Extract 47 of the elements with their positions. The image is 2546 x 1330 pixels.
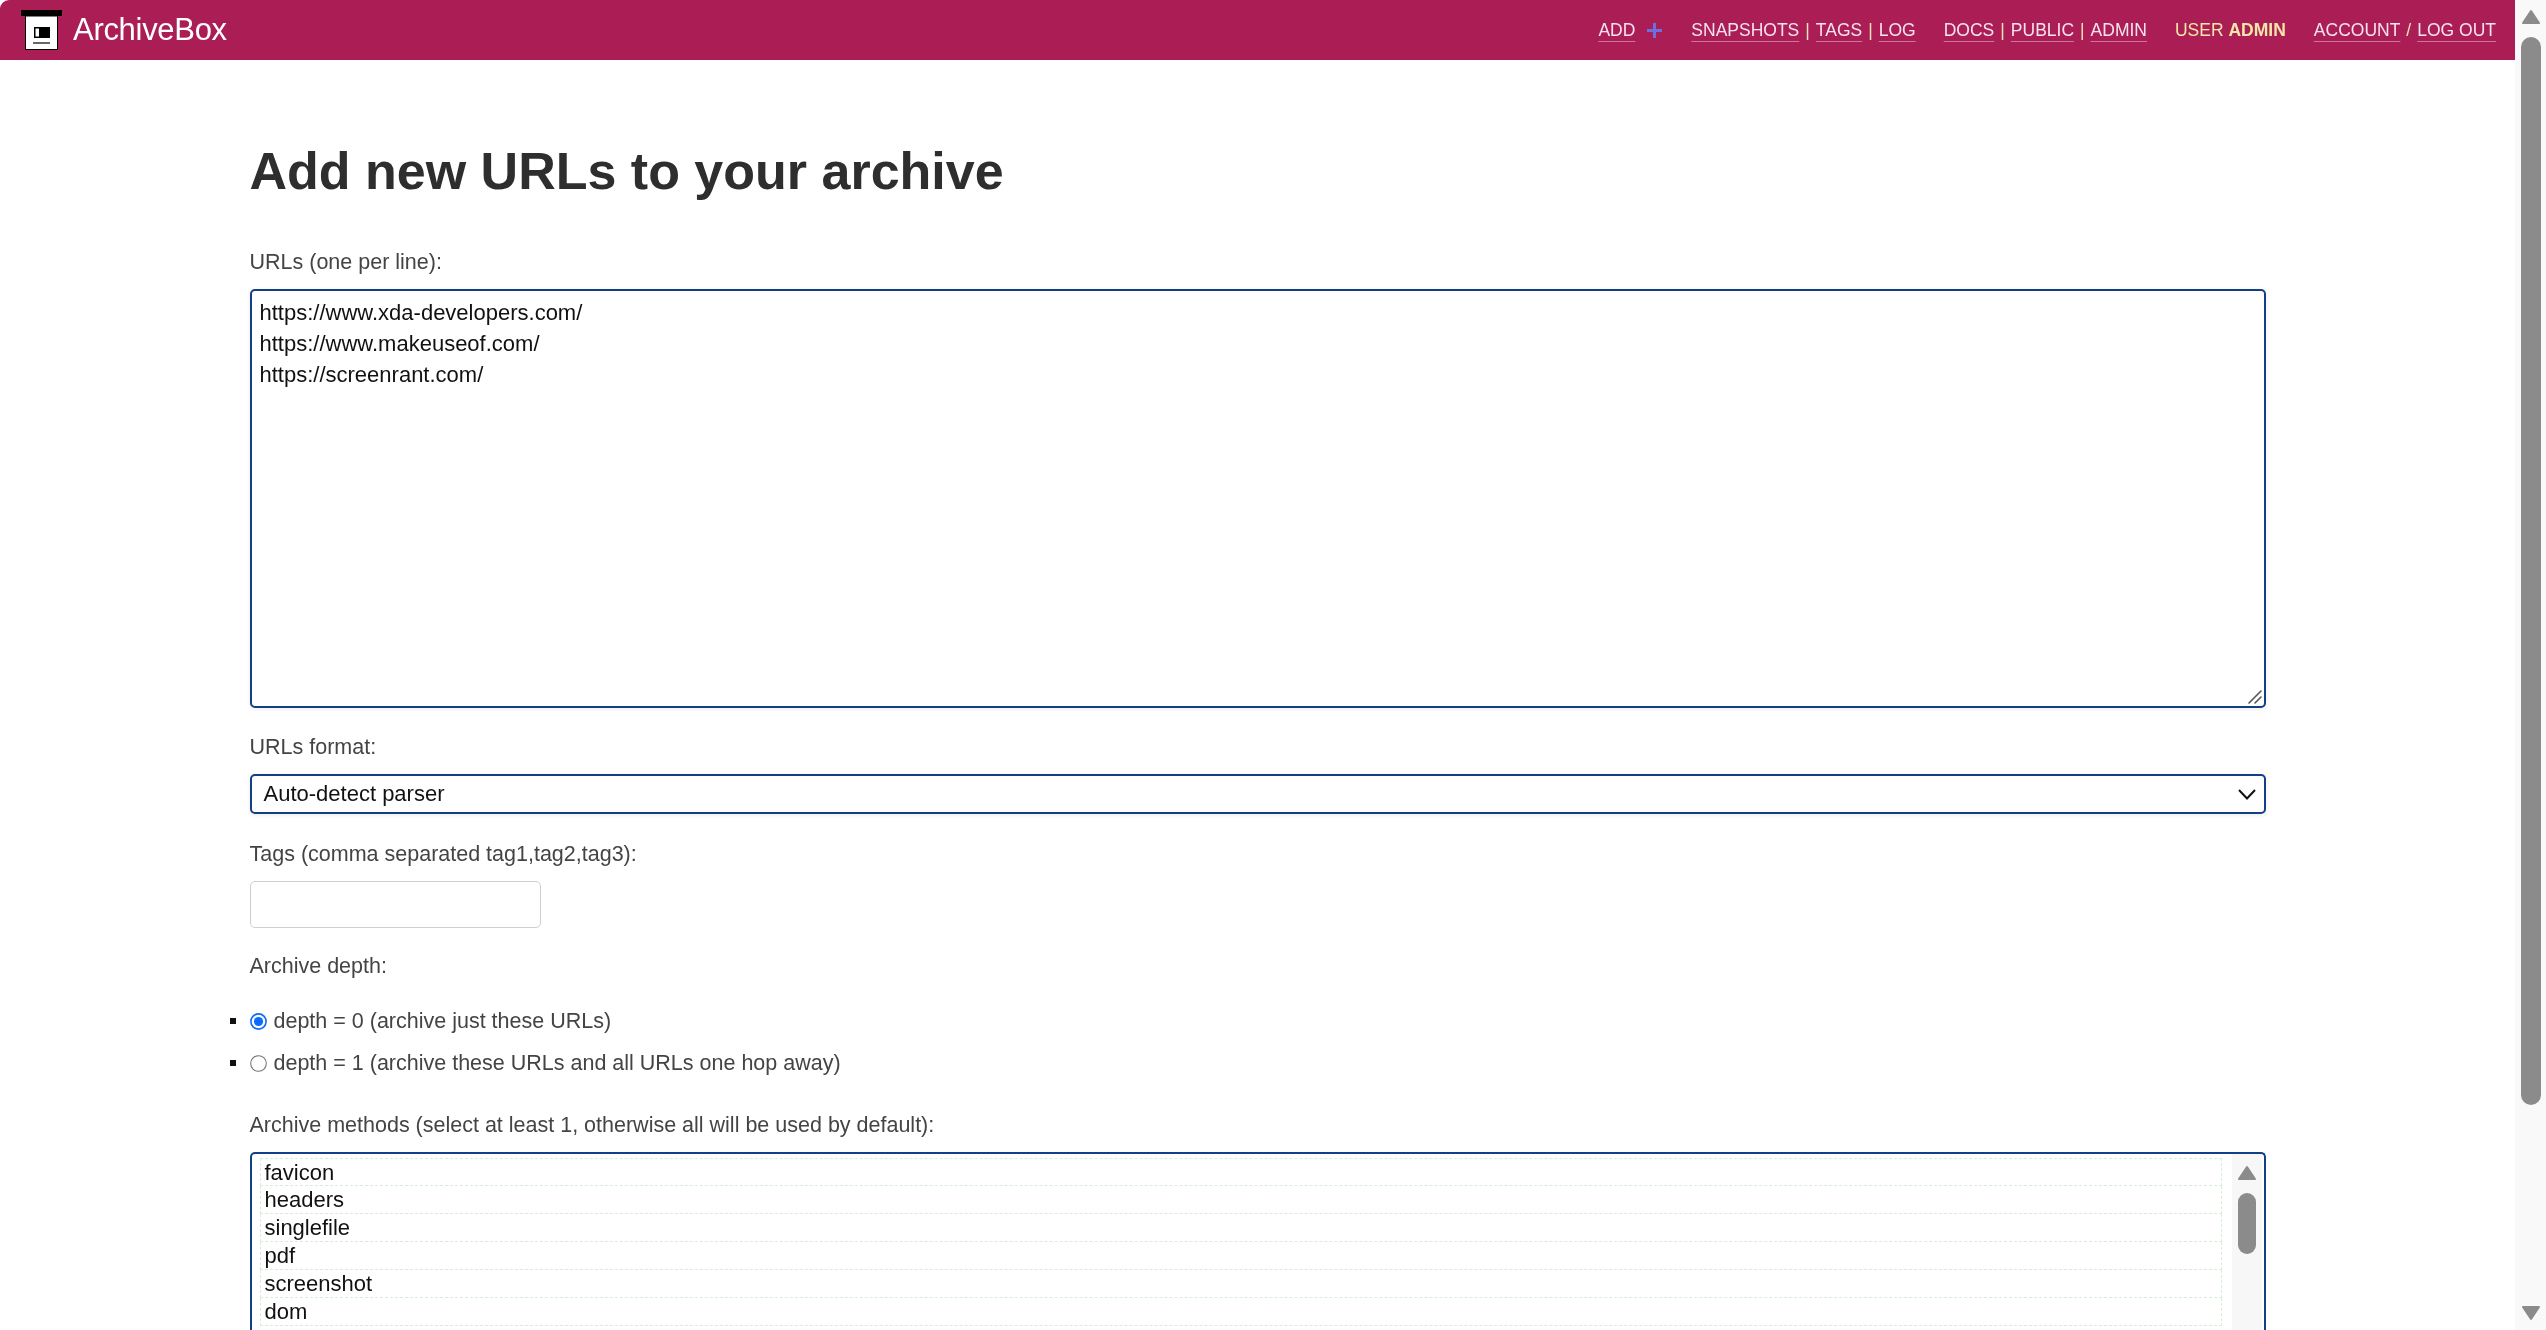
resize-grip-icon[interactable] bbox=[2246, 689, 2262, 704]
nav-separator: / bbox=[2406, 19, 2412, 42]
nav-link[interactable]: ADMIN bbox=[2090, 18, 2147, 42]
listbox-option[interactable]: pdf bbox=[259, 1242, 2222, 1270]
urls-textarea[interactable]: https://www.xda-developers.com/ https://www.makeuseof.com/ https://screenrant.com/ bbox=[249, 289, 2266, 708]
box-icon bbox=[21, 10, 62, 50]
add-link[interactable]: ADD bbox=[1598, 18, 1664, 42]
nav-link[interactable]: TAGS bbox=[1815, 18, 1863, 42]
nav-link[interactable]: SNAPSHOTS bbox=[1691, 18, 1800, 42]
field-label: URLs format: bbox=[249, 734, 377, 761]
list-bullet-icon bbox=[229, 1018, 236, 1024]
page-title: Add new URLs to your archive bbox=[249, 141, 1004, 202]
nav-link[interactable]: LOG OUT bbox=[2417, 18, 2496, 42]
radio-button[interactable] bbox=[249, 1012, 267, 1030]
chevron-down-icon bbox=[2237, 788, 2256, 800]
radio-label[interactable]: depth = 0 (archive just these URLs) bbox=[273, 1008, 612, 1034]
field-label: Tags (comma separated tag1,tag2,tag3): bbox=[249, 841, 637, 868]
nav-separator: | bbox=[1868, 19, 1873, 42]
nav-link[interactable]: PUBLIC bbox=[2010, 18, 2075, 42]
scroll-down-icon[interactable] bbox=[2520, 1305, 2541, 1321]
radio-button[interactable] bbox=[249, 1054, 267, 1072]
scroll-up-icon[interactable] bbox=[2520, 9, 2541, 25]
methods-listbox[interactable]: favicon headers singlefile pdf screenshot dom bbox=[249, 1152, 2266, 1330]
nav-link[interactable]: LOG bbox=[1878, 18, 1916, 42]
scroll-up-icon[interactable] bbox=[2236, 1165, 2257, 1181]
plus-icon bbox=[1646, 21, 1664, 39]
listbox-option[interactable]: favicon bbox=[259, 1158, 2222, 1186]
nav-separator: | bbox=[2080, 19, 2085, 42]
listbox-option[interactable]: dom bbox=[259, 1298, 2222, 1326]
tags-input[interactable] bbox=[249, 881, 541, 928]
field-label: Archive depth: bbox=[249, 953, 387, 980]
nav-separator: | bbox=[1805, 19, 1810, 42]
listbox-option[interactable]: screenshot bbox=[259, 1270, 2222, 1298]
listbox-option[interactable]: singlefile bbox=[259, 1214, 2222, 1242]
format-select[interactable]: Auto-detect parser bbox=[249, 774, 2266, 814]
field-label: URLs (one per line): bbox=[249, 249, 442, 276]
app-title[interactable]: ArchiveBox bbox=[73, 10, 227, 50]
radio-label[interactable]: depth = 1 (archive these URLs and all URLs one hop away) bbox=[273, 1050, 841, 1076]
list-bullet-icon bbox=[229, 1060, 236, 1066]
nav-separator: | bbox=[2000, 19, 2005, 42]
nav-link[interactable]: ACCOUNT bbox=[2313, 18, 2401, 42]
user-label: USER ADMIN bbox=[2175, 19, 2286, 42]
nav-link[interactable]: DOCS bbox=[1943, 18, 1995, 42]
scrollbar-thumb[interactable] bbox=[2237, 1193, 2256, 1254]
listbox-option[interactable]: headers bbox=[259, 1186, 2222, 1214]
field-label: Archive methods (select at least 1, otherwise all will be used by default): bbox=[249, 1112, 935, 1139]
scrollbar-thumb[interactable] bbox=[2520, 37, 2541, 1105]
